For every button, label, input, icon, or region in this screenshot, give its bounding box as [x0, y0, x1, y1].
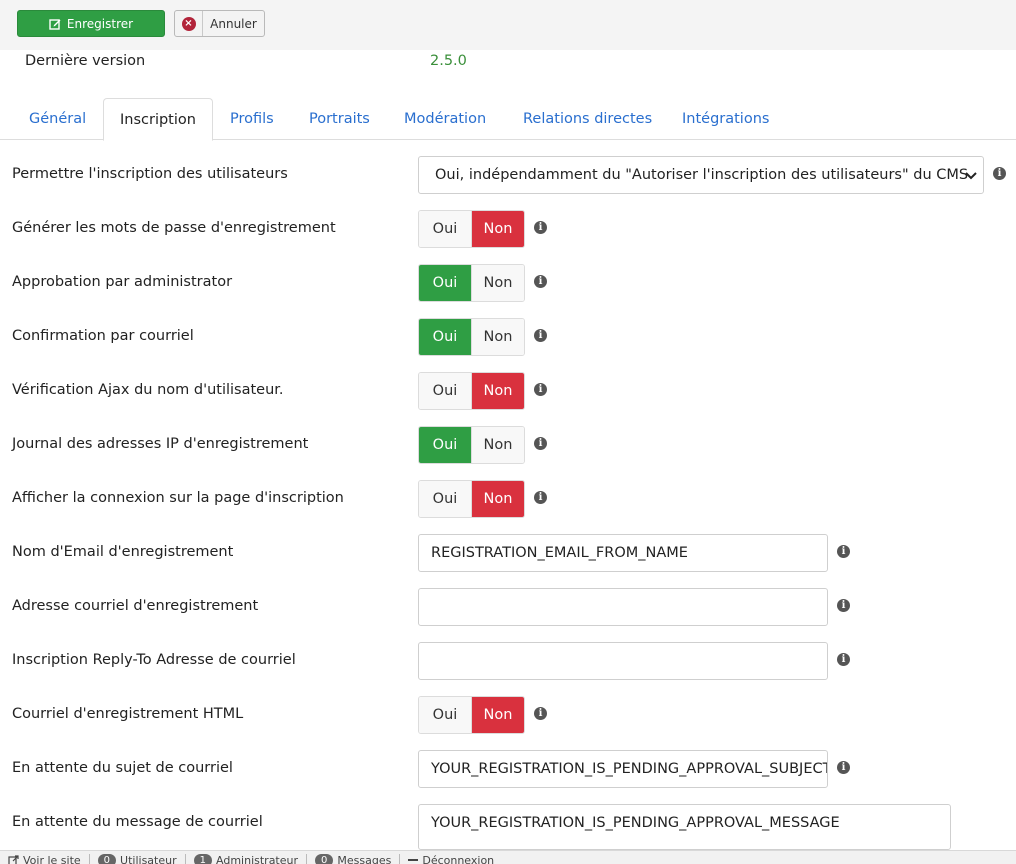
info-icon[interactable]: i: [837, 653, 850, 666]
tab-general[interactable]: Général: [29, 98, 86, 140]
generate-passwords-yes[interactable]: Oui: [419, 211, 471, 247]
tab-profils[interactable]: Profils: [230, 98, 274, 140]
generate-passwords-toggle: Oui Non: [418, 210, 525, 248]
pending-subject-input[interactable]: YOUR_REGISTRATION_IS_PENDING_APPROVAL_SU…: [418, 750, 828, 788]
users-link[interactable]: 0 Utilisateur: [90, 853, 185, 864]
email-confirmation-label: Confirmation par courriel: [12, 328, 194, 344]
generate-passwords-label: Générer les mots de passe d'enregistreme…: [12, 220, 336, 236]
tab-bar: Général Inscription Profils Portraits Mo…: [0, 98, 1016, 141]
ajax-username-check-label: Vérification Ajax du nom d'utilisateur.: [12, 382, 284, 398]
users-count-badge: 0: [97, 853, 117, 864]
tab-integrations[interactable]: Intégrations: [682, 98, 769, 140]
info-icon[interactable]: i: [837, 599, 850, 612]
version-value: 2.5.0: [430, 53, 467, 69]
tab-portraits[interactable]: Portraits: [309, 98, 370, 140]
pending-message-textarea[interactable]: YOUR_REGISTRATION_IS_PENDING_APPROVAL_ME…: [418, 804, 951, 850]
cancel-button[interactable]: × Annuler: [174, 10, 265, 37]
admin-approval-no[interactable]: Non: [471, 265, 524, 301]
html-email-no[interactable]: Non: [471, 697, 524, 733]
info-icon[interactable]: i: [534, 275, 547, 288]
tab-inscription[interactable]: Inscription: [103, 98, 213, 141]
log-ip-yes[interactable]: Oui: [419, 427, 471, 463]
show-login-label: Afficher la connexion sur la page d'insc…: [12, 490, 344, 506]
info-icon[interactable]: i: [993, 167, 1006, 180]
email-from-name-label: Nom d'Email d'enregistrement: [12, 544, 234, 560]
users-label: Utilisateur: [120, 853, 177, 864]
email-from-name-input[interactable]: REGISTRATION_EMAIL_FROM_NAME: [418, 534, 828, 572]
ajax-username-check-toggle: Oui Non: [418, 372, 525, 410]
info-icon[interactable]: i: [837, 761, 850, 774]
edit-icon: [49, 18, 61, 30]
log-ip-no[interactable]: Non: [471, 427, 524, 463]
show-login-yes[interactable]: Oui: [419, 481, 471, 517]
ajax-username-check-no[interactable]: Non: [471, 373, 524, 409]
messages-link[interactable]: 0 Messages: [307, 853, 399, 864]
ajax-username-check-yes[interactable]: Oui: [419, 373, 471, 409]
reply-to-input[interactable]: [418, 642, 828, 680]
cancel-icon-wrap: ×: [175, 11, 203, 36]
email-address-label: Adresse courriel d'enregistrement: [12, 598, 259, 614]
html-email-yes[interactable]: Oui: [419, 697, 471, 733]
email-address-input[interactable]: [418, 588, 828, 626]
admin-approval-label: Approbation par administrator: [12, 274, 233, 290]
close-icon: ×: [181, 16, 196, 31]
log-ip-toggle: Oui Non: [418, 426, 525, 464]
allow-registration-select[interactable]: Oui, indépendamment du "Autoriser l'insc…: [418, 156, 984, 194]
allow-registration-value: Oui, indépendamment du "Autoriser l'insc…: [435, 167, 969, 183]
generate-passwords-no[interactable]: Non: [471, 211, 524, 247]
minus-icon: [408, 859, 419, 861]
show-login-no[interactable]: Non: [471, 481, 524, 517]
view-site-label: Voir le site: [23, 853, 81, 864]
info-icon[interactable]: i: [534, 221, 547, 234]
tab-moderation[interactable]: Modération: [404, 98, 486, 140]
admins-link[interactable]: 1 Administrateur: [186, 853, 306, 864]
info-icon[interactable]: i: [534, 437, 547, 450]
reply-to-label: Inscription Reply-To Adresse de courriel: [12, 652, 296, 668]
messages-count-badge: 0: [315, 853, 334, 864]
save-button[interactable]: Enregistrer: [17, 10, 165, 37]
status-bar: Voir le site 0 Utilisateur 1 Administrat…: [0, 850, 1016, 864]
save-button-label: Enregistrer: [66, 16, 134, 31]
info-icon[interactable]: i: [534, 707, 547, 720]
messages-label: Messages: [337, 853, 392, 864]
admin-approval-toggle: Oui Non: [418, 264, 525, 302]
view-site-link[interactable]: Voir le site: [0, 853, 89, 864]
admin-approval-yes[interactable]: Oui: [419, 265, 471, 301]
version-label: Dernière version: [25, 53, 146, 69]
info-icon[interactable]: i: [837, 545, 850, 558]
info-icon[interactable]: i: [534, 491, 547, 504]
toolbar: Enregistrer × Annuler: [0, 0, 1016, 50]
pending-subject-label: En attente du sujet de courriel: [12, 760, 233, 776]
info-icon[interactable]: i: [534, 383, 547, 396]
external-link-icon: [8, 854, 19, 864]
log-ip-label: Journal des adresses IP d'enregistrement: [12, 436, 309, 452]
logout-link[interactable]: Déconnexion: [400, 853, 502, 864]
logout-label: Déconnexion: [422, 853, 495, 864]
admins-count-badge: 1: [193, 853, 213, 864]
html-email-toggle: Oui Non: [418, 696, 525, 734]
pending-message-label: En attente du message de courriel: [12, 814, 263, 830]
cancel-button-label: Annuler: [210, 16, 257, 31]
email-confirmation-yes[interactable]: Oui: [419, 319, 471, 355]
show-login-toggle: Oui Non: [418, 480, 525, 518]
chevron-down-icon: [965, 172, 977, 180]
allow-registration-label: Permettre l'inscription des utilisateurs: [12, 166, 288, 182]
admins-label: Administrateur: [216, 853, 299, 864]
email-confirmation-toggle: Oui Non: [418, 318, 525, 356]
email-confirmation-no[interactable]: Non: [471, 319, 524, 355]
html-email-label: Courriel d'enregistrement HTML: [12, 706, 244, 722]
info-icon[interactable]: i: [534, 329, 547, 342]
tab-relations-directes[interactable]: Relations directes: [523, 98, 652, 140]
